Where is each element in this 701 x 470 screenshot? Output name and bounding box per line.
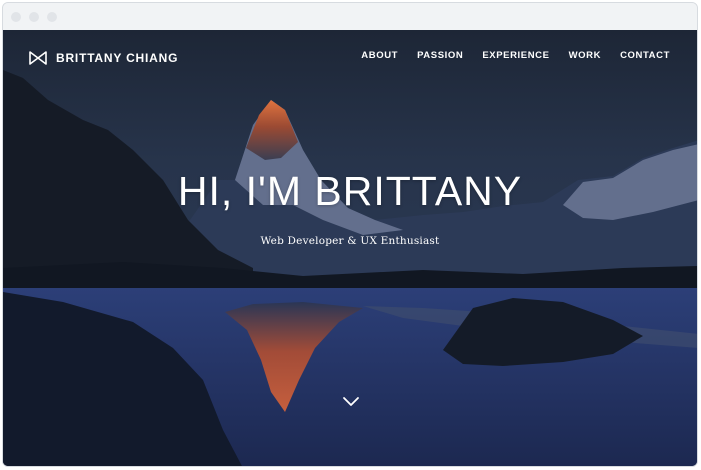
- hero-subtitle: Web Developer & UX Enthusiast: [260, 235, 440, 247]
- nav-link-about[interactable]: ABOUT: [361, 50, 398, 61]
- brand-link[interactable]: BRITTANY CHIANG: [29, 48, 178, 68]
- brand-name: BRITTANY CHIANG: [56, 51, 179, 65]
- bowtie-logo-icon: [29, 51, 47, 65]
- nav-link-contact[interactable]: CONTACT: [620, 50, 670, 61]
- window-maximize-dot[interactable]: [47, 12, 57, 22]
- window-minimize-dot[interactable]: [29, 12, 39, 22]
- browser-window: BRITTANY CHIANG ABOUT PASSION EXPERIENCE…: [2, 2, 698, 467]
- nav-link-passion[interactable]: PASSION: [417, 50, 463, 61]
- chevron-down-icon[interactable]: [342, 395, 360, 407]
- nav-link-experience[interactable]: EXPERIENCE: [482, 50, 549, 61]
- nav-link-work[interactable]: WORK: [569, 50, 601, 61]
- window-close-dot[interactable]: [11, 12, 21, 22]
- top-navbar: BRITTANY CHIANG ABOUT PASSION EXPERIENCE…: [3, 30, 697, 86]
- nav-menu: ABOUT PASSION EXPERIENCE WORK CONTACT: [342, 50, 670, 61]
- hero-title: HI, I'M BRITTANY: [177, 168, 523, 214]
- hero-section: BRITTANY CHIANG ABOUT PASSION EXPERIENCE…: [3, 30, 697, 466]
- browser-titlebar: [3, 3, 697, 30]
